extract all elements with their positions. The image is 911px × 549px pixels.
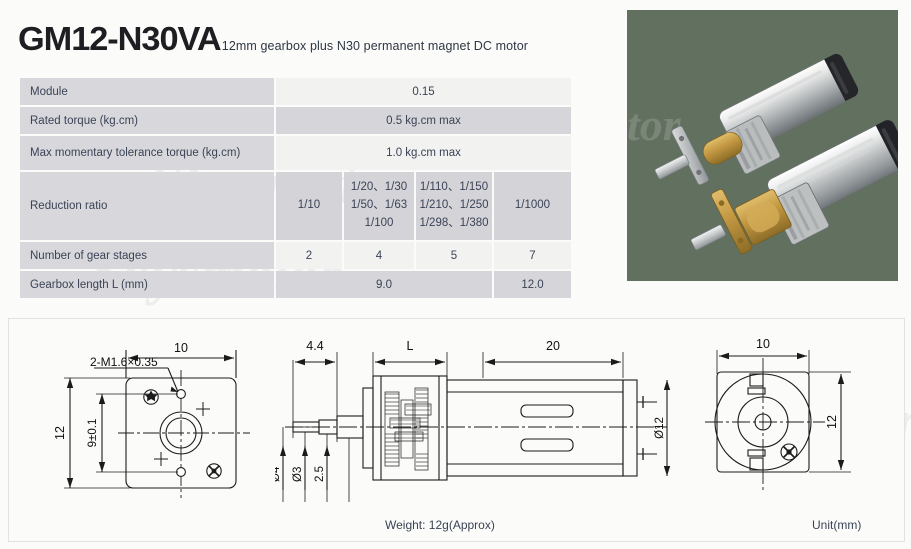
dim-label-width: 10 <box>756 337 770 351</box>
table-row: Max momentary tolerance torque (kg.cm) 1… <box>20 136 572 170</box>
drawing-rear-view: 10 12 <box>705 330 895 505</box>
row-value: 2 <box>276 242 342 269</box>
table-row: Number of gear stages 2 4 5 7 <box>20 242 572 269</box>
dim-label-height: 12 <box>53 426 67 440</box>
model-name: GM12-N30VA <box>18 20 222 57</box>
row-label: Module <box>20 78 274 105</box>
table-row: Rated torque (kg.cm) 0.5 kg.cm max <box>20 107 572 134</box>
ratio-line: 1/298、1/380 <box>419 216 489 229</box>
unit-caption: Unit(mm) <box>812 518 862 532</box>
row-value: 4 <box>344 242 414 269</box>
model-subtitle: 12mm gearbox plus N30 permanent magnet D… <box>221 39 529 53</box>
ratio-cell-1: 1/10 <box>276 172 342 240</box>
row-value: 0.15 <box>276 78 572 105</box>
ratio-cell-2: 1/20、1/30 1/50、1/63 1/100 <box>344 172 414 240</box>
table-row-reduction-ratio: Reduction ratio 1/10 1/20、1/30 1/50、1/63… <box>20 172 572 240</box>
specification-table: Module 0.15 Rated torque (kg.cm) 0.5 kg.… <box>18 76 573 300</box>
dim-label-thread: 2-M1.6×0.35 <box>90 355 158 369</box>
row-label: Gearbox length L (mm) <box>20 271 274 298</box>
product-photo: tor <box>627 10 898 281</box>
page-title: GM12-N30VA 12mm gearbox plus N30 permane… <box>18 22 528 55</box>
dim-label-body-dia: Ø12 <box>654 417 666 439</box>
dim-label-height: 12 <box>825 415 839 429</box>
ratio-line: 1/110、1/150 <box>419 181 489 194</box>
row-label: Number of gear stages <box>20 242 274 269</box>
weight-caption: Weight: 12g(Approx) <box>385 518 495 532</box>
row-value: 1.0 kg.cm max <box>276 136 572 170</box>
drawing-side-section-view: 4.4 L 20 Ø4 Ø3 2.5 Ø12 <box>275 330 695 510</box>
row-label: Rated torque (kg.cm) <box>20 107 274 134</box>
row-label: Reduction ratio <box>20 172 274 240</box>
ratio-line: 1/20、1/30 <box>350 181 408 194</box>
dim-label-gearbox-length: L <box>407 339 414 353</box>
table-row: Module 0.15 <box>20 78 572 105</box>
row-value: 12.0 <box>494 271 572 298</box>
row-value: 0.5 kg.cm max <box>276 107 572 134</box>
row-value: 5 <box>416 242 492 269</box>
row-label: Max momentary tolerance torque (kg.cm) <box>20 136 274 170</box>
drawing-front-view: 10 2-M1.6×0.35 12 9±0.1 <box>18 330 258 505</box>
ratio-line: 1/100 <box>364 216 394 229</box>
dim-label-boss-length: 2.5 <box>314 466 326 482</box>
dim-label-shaft-length: 4.4 <box>306 339 323 353</box>
dim-label-shaft-dia: Ø4 <box>275 466 282 482</box>
ratio-line: 1/50、1/63 <box>350 199 408 212</box>
dim-label-motor-length: 20 <box>546 339 560 353</box>
datasheet-page: Skysmotor Skysmotor Skysmotor Skysmotor … <box>0 0 911 549</box>
dim-label-width: 10 <box>174 341 188 355</box>
dim-label-boss-dia: Ø3 <box>292 467 304 482</box>
row-value: 7 <box>494 242 572 269</box>
gearmotor-photo-illustration <box>654 54 898 255</box>
dim-label-hole-pitch: 9±0.1 <box>87 419 99 448</box>
ratio-line: 1/210、1/250 <box>419 199 489 212</box>
ratio-cell-4: 1/1000 <box>494 172 572 240</box>
table-row: Gearbox length L (mm) 9.0 12.0 <box>20 271 572 298</box>
row-value: 9.0 <box>276 271 492 298</box>
ratio-cell-3: 1/110、1/150 1/210、1/250 1/298、1/380 <box>416 172 492 240</box>
